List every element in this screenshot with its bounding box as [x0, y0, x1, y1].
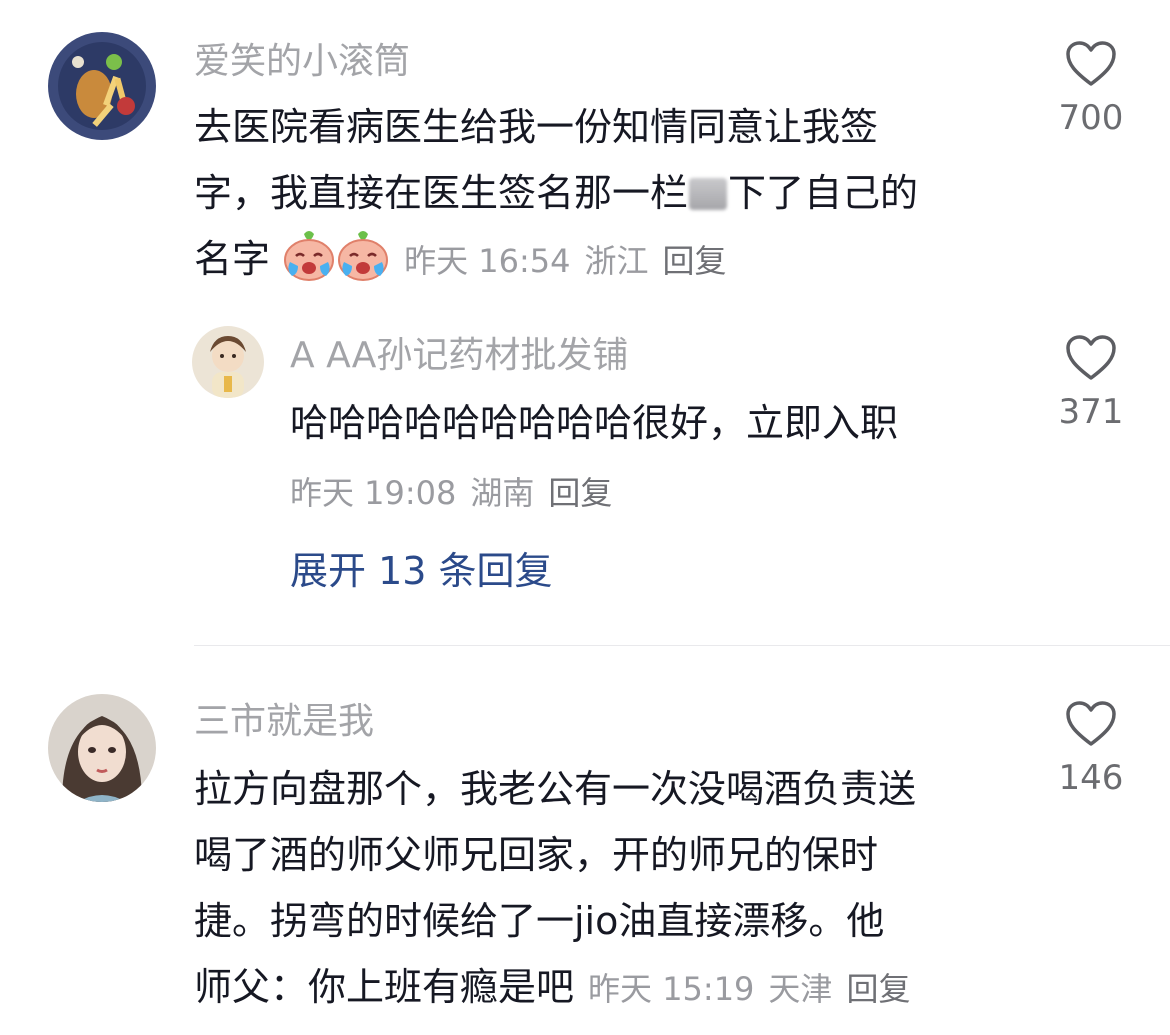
heart-outline-icon [1066, 41, 1116, 86]
comment-text-fragment: 师父：你上班有瘾是吧 [194, 965, 575, 1009]
comment-text-line: 师父：你上班有瘾是吧 昨天 15:19 天津 回复 [194, 954, 1034, 1022]
reply-location: 湖南 [470, 474, 535, 512]
comment-text-line: 名字 昨天 16:54 浙江 回复 [194, 226, 1034, 294]
comment-text-fragment: 字，我直接在医生签名那一栏 [194, 171, 689, 215]
avatar[interactable] [48, 32, 156, 140]
child-avatar-image [192, 326, 264, 398]
comment-body: 拉方向盘那个，我老公有一次没喝酒负责送 喝了酒的师父师兄回家，开的师兄的保时 捷… [194, 756, 1034, 1022]
reply-time: 昨天 19:08 [290, 474, 457, 512]
heart-outline-icon [1066, 335, 1116, 380]
reply-button[interactable]: 回复 [846, 970, 910, 1008]
crying-face-emoji [284, 231, 335, 281]
like-count: 371 [1058, 392, 1124, 432]
girl-avatar-image [48, 694, 156, 802]
comment-meta: 昨天 15:19 天津 回复 [588, 970, 924, 1008]
comment-text-fragment: 名字 [194, 237, 271, 281]
blurred-character [689, 178, 728, 210]
like-count: 146 [1058, 758, 1124, 798]
reply-button[interactable]: 回复 [663, 242, 727, 280]
comment-text-line: 去医院看病医生给我一份知情同意让我签 [194, 105, 879, 149]
reply-meta: 昨天 19:08 湖南 回复 [290, 468, 626, 514]
like-count: 700 [1058, 98, 1124, 138]
comment-text-line: 喝了酒的师父师兄回家，开的师兄的保时 [194, 833, 879, 877]
reply-username[interactable]: A AA孙记药材批发铺 [290, 334, 628, 378]
comment-location: 天津 [768, 970, 833, 1008]
comment-time: 昨天 16:54 [404, 242, 571, 280]
reply-button[interactable]: 回复 [548, 474, 612, 512]
crying-face-emoji [338, 231, 389, 281]
comment-username[interactable]: 三市就是我 [194, 700, 374, 744]
comment-body: 去医院看病医生给我一份知情同意让我签 字，我直接在医生签名那一栏 下了自己的 名字… [194, 94, 1034, 294]
like-button[interactable]: 146 [1036, 700, 1146, 800]
comment-time: 昨天 15:19 [588, 970, 755, 1008]
food-avatar-image [48, 32, 156, 140]
like-button[interactable]: 371 [1036, 334, 1146, 434]
comment-username[interactable]: 爱笑的小滚筒 [194, 40, 410, 84]
comment-text-line: 字，我直接在医生签名那一栏 下了自己的 [194, 160, 1034, 226]
comment-location: 浙江 [584, 242, 649, 280]
comment-text-line: 拉方向盘那个，我老公有一次没喝酒负责送 [194, 767, 917, 811]
comment-text-fragment: 下了自己的 [728, 171, 919, 215]
reply-avatar[interactable] [192, 326, 264, 398]
avatar[interactable] [48, 694, 156, 802]
comment-meta: 昨天 16:54 浙江 回复 [404, 242, 740, 280]
expand-replies-button[interactable]: 展开 13 条回复 [290, 546, 553, 596]
comment-text-line: 捷。拐弯的时候给了一jio油直接漂移。他 [194, 899, 885, 943]
heart-outline-icon [1066, 701, 1116, 746]
reply-text: 哈哈哈哈哈哈哈哈哈很好，立即入职 [290, 401, 899, 445]
divider [194, 645, 1170, 646]
like-button[interactable]: 700 [1036, 40, 1146, 140]
